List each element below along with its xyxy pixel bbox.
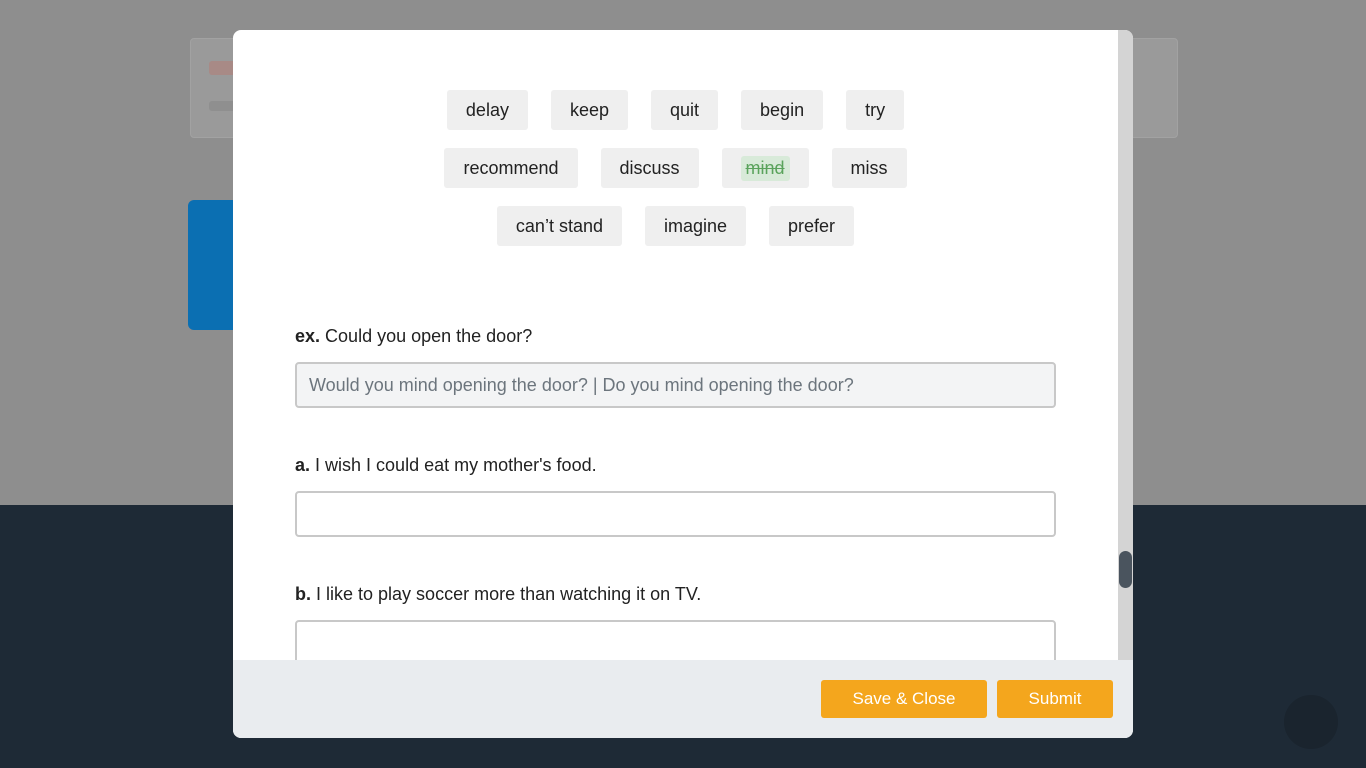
question-text: I like to play soccer more than watching… — [316, 584, 702, 604]
question-label: b. — [295, 584, 311, 604]
submit-button[interactable]: Submit — [997, 680, 1113, 718]
question-label: ex. — [295, 326, 321, 346]
word-chip-label: miss — [850, 157, 888, 178]
word-chip: begin — [741, 90, 824, 130]
question-example: ex. Could you open the door? — [295, 325, 1056, 408]
word-bank-row: recommend discuss mind miss — [233, 148, 1118, 188]
word-chip-label: discuss — [619, 157, 680, 178]
save-close-button[interactable]: Save & Close — [821, 680, 987, 718]
word-chip: quit — [651, 90, 719, 130]
word-chip-label: quit — [670, 99, 700, 120]
word-chip-label: delay — [465, 99, 509, 120]
question-text: I wish I could eat my mother's food. — [315, 455, 597, 475]
word-chip-label: recommend — [463, 157, 559, 178]
answer-field-b[interactable] — [295, 620, 1056, 660]
modal-body[interactable]: delay keep quit begin try recommend disc… — [233, 30, 1118, 660]
word-chip: can’t stand — [496, 206, 622, 246]
modal-footer: Save & Close Submit — [233, 660, 1133, 738]
question-label: a. — [295, 455, 311, 475]
word-chip-label: can’t stand — [515, 215, 603, 236]
question-prompt: b. I like to play soccer more than watch… — [295, 583, 1056, 605]
word-chip-label: keep — [569, 99, 609, 120]
word-chip-used: mind — [721, 148, 809, 188]
question-text: Could you open the door? — [325, 326, 533, 346]
scrollbar-track[interactable] — [1118, 30, 1133, 660]
word-bank-row: delay keep quit begin try — [233, 90, 1118, 130]
answer-field-a[interactable] — [295, 491, 1056, 537]
exercise-modal: delay keep quit begin try recommend disc… — [233, 30, 1133, 738]
word-chip-label: prefer — [788, 215, 836, 236]
word-chip: try — [846, 90, 905, 130]
word-chip: prefer — [769, 206, 855, 246]
word-chip-label: begin — [760, 99, 805, 120]
question-prompt: a. I wish I could eat my mother's food. — [295, 454, 1056, 476]
word-chip-label: try — [865, 99, 886, 120]
word-bank: delay keep quit begin try recommend disc… — [233, 90, 1118, 264]
word-chip: discuss — [600, 148, 699, 188]
chat-bubble-button — [1284, 695, 1338, 749]
scrollbar-thumb[interactable] — [1119, 551, 1132, 588]
word-chip-label: imagine — [663, 215, 728, 236]
word-chip-label: mind — [740, 155, 790, 181]
word-bank-row: can’t stand imagine prefer — [233, 206, 1118, 246]
word-chip: miss — [831, 148, 907, 188]
question-a: a. I wish I could eat my mother's food. — [295, 454, 1056, 537]
word-chip: recommend — [444, 148, 578, 188]
word-chip: keep — [550, 90, 628, 130]
question-b: b. I like to play soccer more than watch… — [295, 583, 1056, 660]
word-chip: imagine — [644, 206, 747, 246]
question-prompt: ex. Could you open the door? — [295, 325, 1056, 347]
example-answer-field — [295, 362, 1056, 408]
word-chip: delay — [446, 90, 528, 130]
